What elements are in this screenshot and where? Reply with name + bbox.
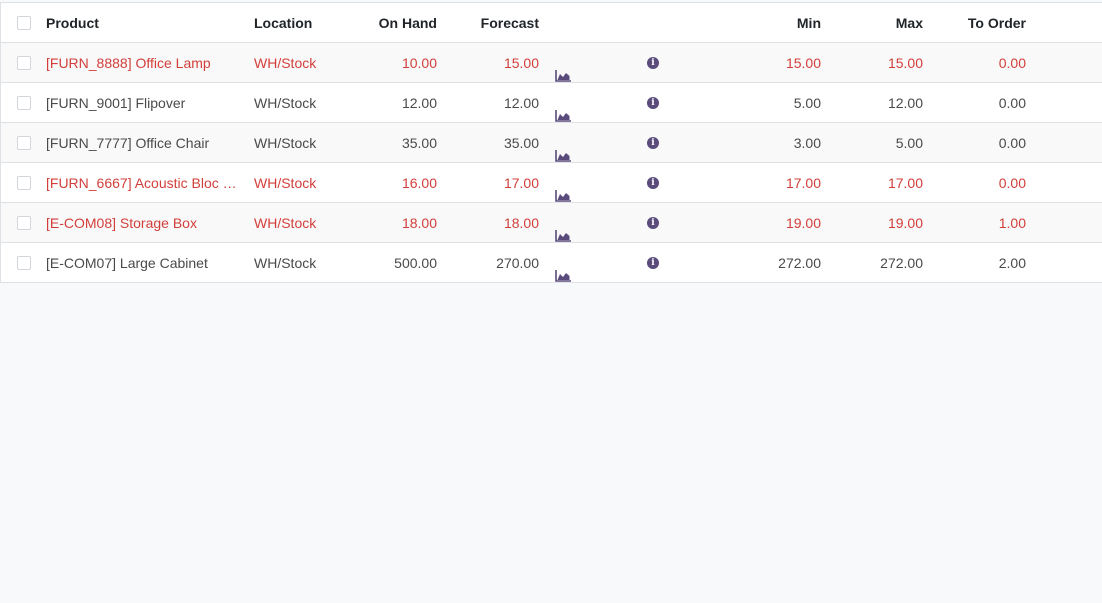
min-cell[interactable]: 5.00 [721, 83, 821, 123]
max-cell[interactable]: 12.00 [823, 83, 923, 123]
column-header-forecast[interactable]: Forecast [441, 3, 539, 43]
forecast-graph-button[interactable] [555, 43, 573, 83]
forecast-cell[interactable]: 18.00 [441, 203, 539, 243]
table-row[interactable]: [FURN_7777] Office Chair WH/Stock 35.00 35.… [1, 123, 1102, 163]
column-header-max[interactable]: Max [823, 3, 923, 43]
forecast-cell[interactable]: 12.00 [441, 83, 539, 123]
to-order-cell[interactable]: 1.00 [925, 203, 1026, 243]
on-hand-cell[interactable]: 500.00 [341, 243, 437, 283]
info-circle-icon[interactable]: i [647, 97, 659, 109]
area-chart-icon[interactable] [555, 97, 571, 123]
column-header-on-hand[interactable]: On Hand [341, 3, 437, 43]
product-cell[interactable]: [FURN_6667] Acoustic Bloc S… [46, 163, 244, 203]
row-checkbox[interactable] [17, 216, 31, 230]
forecast-cell[interactable]: 270.00 [441, 243, 539, 283]
info-button[interactable]: i [646, 163, 660, 203]
info-circle-icon[interactable]: i [647, 57, 659, 69]
forecast-cell[interactable]: 35.00 [441, 123, 539, 163]
forecast-graph-button[interactable] [555, 123, 573, 163]
area-chart-icon[interactable] [555, 57, 571, 83]
forecast-graph-button[interactable] [555, 163, 573, 203]
location-cell[interactable]: WH/Stock [254, 43, 354, 83]
min-cell[interactable]: 19.00 [721, 203, 821, 243]
min-cell[interactable]: 17.00 [721, 163, 821, 203]
to-order-cell[interactable]: 0.00 [925, 123, 1026, 163]
max-cell[interactable]: 272.00 [823, 243, 923, 283]
row-checkbox[interactable] [17, 256, 31, 270]
info-circle-icon[interactable]: i [647, 137, 659, 149]
row-checkbox[interactable] [17, 56, 31, 70]
product-cell[interactable]: [FURN_9001] Flipover [46, 83, 244, 123]
product-cell[interactable]: [FURN_8888] Office Lamp [46, 43, 244, 83]
min-cell[interactable]: 272.00 [721, 243, 821, 283]
forecast-cell[interactable]: 17.00 [441, 163, 539, 203]
product-cell[interactable]: [E-COM08] Storage Box [46, 203, 244, 243]
forecast-graph-button[interactable] [555, 243, 573, 283]
column-header-location[interactable]: Location [254, 3, 354, 43]
product-cell[interactable]: [E-COM07] Large Cabinet [46, 243, 244, 283]
table-row[interactable]: [FURN_8888] Office Lamp WH/Stock 10.00 15.0… [1, 43, 1102, 83]
select-all-checkbox[interactable] [17, 16, 31, 30]
to-order-cell[interactable]: 0.00 [925, 43, 1026, 83]
min-cell[interactable]: 15.00 [721, 43, 821, 83]
row-checkbox[interactable] [17, 96, 31, 110]
area-chart-icon[interactable] [555, 217, 571, 243]
info-circle-icon[interactable]: i [647, 217, 659, 229]
min-cell[interactable]: 3.00 [721, 123, 821, 163]
to-order-cell[interactable]: 0.00 [925, 163, 1026, 203]
on-hand-cell[interactable]: 18.00 [341, 203, 437, 243]
on-hand-cell[interactable]: 16.00 [341, 163, 437, 203]
info-circle-icon[interactable]: i [647, 177, 659, 189]
table-row[interactable]: [E-COM08] Storage Box WH/Stock 18.00 18.00 i… [1, 203, 1102, 243]
location-cell[interactable]: WH/Stock [254, 123, 354, 163]
table-header-row: Product Location On Hand Forecast Min Ma… [1, 3, 1102, 43]
on-hand-cell[interactable]: 35.00 [341, 123, 437, 163]
to-order-cell[interactable]: 0.00 [925, 83, 1026, 123]
on-hand-cell[interactable]: 10.00 [341, 43, 437, 83]
replenishment-table: Product Location On Hand Forecast Min Ma… [0, 2, 1102, 283]
forecast-cell[interactable]: 15.00 [441, 43, 539, 83]
area-chart-icon[interactable] [555, 257, 571, 283]
column-header-min[interactable]: Min [721, 3, 821, 43]
area-chart-icon[interactable] [555, 137, 571, 163]
location-cell[interactable]: WH/Stock [254, 83, 354, 123]
product-cell[interactable]: [FURN_7777] Office Chair [46, 123, 244, 163]
forecast-graph-button[interactable] [555, 83, 573, 123]
info-button[interactable]: i [646, 83, 660, 123]
max-cell[interactable]: 15.00 [823, 43, 923, 83]
max-cell[interactable]: 17.00 [823, 163, 923, 203]
column-header-to-order[interactable]: To Order [925, 3, 1026, 43]
column-header-product[interactable]: Product [46, 3, 244, 43]
max-cell[interactable]: 5.00 [823, 123, 923, 163]
location-cell[interactable]: WH/Stock [254, 243, 354, 283]
table-row[interactable]: [FURN_9001] Flipover WH/Stock 12.00 12.00 i 5… [1, 83, 1102, 123]
on-hand-cell[interactable]: 12.00 [341, 83, 437, 123]
info-circle-icon[interactable]: i [647, 257, 659, 269]
location-cell[interactable]: WH/Stock [254, 163, 354, 203]
to-order-cell[interactable]: 2.00 [925, 243, 1026, 283]
info-button[interactable]: i [646, 203, 660, 243]
area-chart-icon[interactable] [555, 177, 571, 203]
location-cell[interactable]: WH/Stock [254, 203, 354, 243]
row-checkbox[interactable] [17, 176, 31, 190]
info-button[interactable]: i [646, 243, 660, 283]
info-button[interactable]: i [646, 43, 660, 83]
table-row[interactable]: [FURN_6667] Acoustic Bloc S… WH/Stock 16.0… [1, 163, 1102, 203]
info-button[interactable]: i [646, 123, 660, 163]
max-cell[interactable]: 19.00 [823, 203, 923, 243]
table-row[interactable]: [E-COM07] Large Cabinet WH/Stock 500.00 270… [1, 243, 1102, 283]
forecast-graph-button[interactable] [555, 203, 573, 243]
row-checkbox[interactable] [17, 136, 31, 150]
